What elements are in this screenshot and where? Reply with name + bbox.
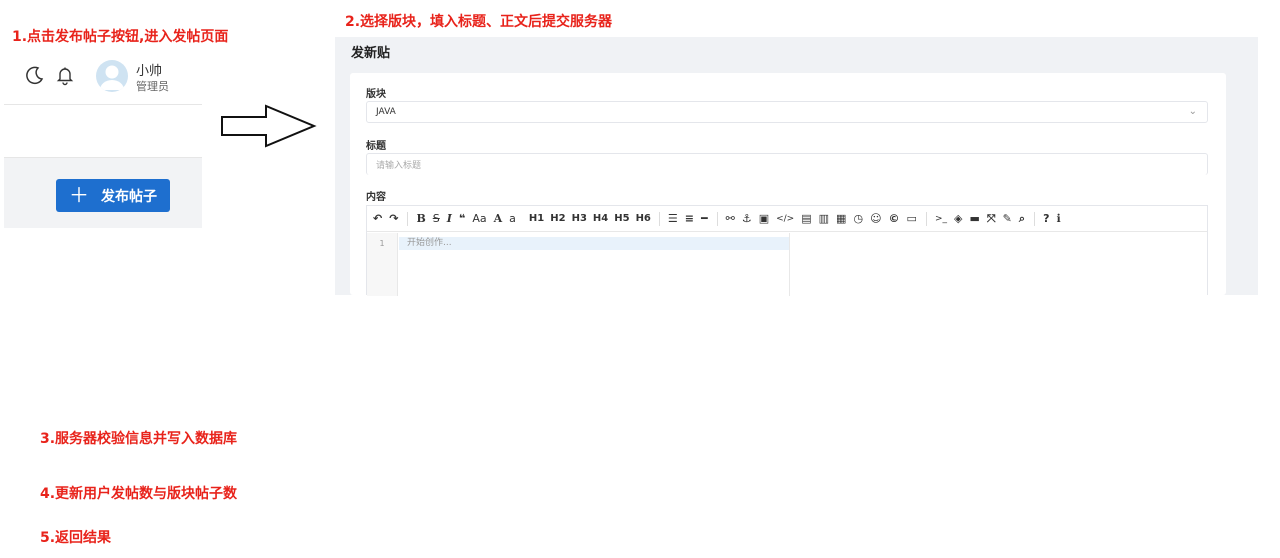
avatar[interactable] (96, 60, 128, 92)
bell-icon[interactable] (54, 64, 76, 86)
heading-5-button[interactable]: H5 (614, 213, 629, 224)
code-block-icon[interactable]: ▤ (801, 212, 811, 225)
flow-arrow-icon (221, 104, 317, 148)
horizontal-rule-icon[interactable]: ━ (701, 212, 708, 225)
post-form: 版块 JAVA ⌄ 标题 请输入标题 内容 ↶ ↷ B S I ❝ Aa A a (350, 73, 1226, 296)
heading-2-button[interactable]: H2 (550, 213, 565, 224)
section-select[interactable]: JAVA ⌄ (366, 101, 1208, 123)
chevron-down-icon: ⌄ (1188, 106, 1197, 117)
new-post-button-label: 发布帖子 (101, 187, 157, 204)
toolbar-divider (1034, 211, 1036, 226)
preview-icon[interactable]: ▬ (969, 212, 979, 225)
bold-icon[interactable]: B (416, 212, 425, 225)
title-placeholder: 请输入标题 (376, 161, 422, 171)
heading-1-button[interactable]: H1 (529, 213, 544, 224)
content-placeholder: 开始创作... (407, 238, 452, 248)
quote-icon[interactable]: ❝ (459, 212, 465, 225)
title-input[interactable]: 请输入标题 (366, 153, 1208, 175)
editor-toolbar: ↶ ↷ B S I ❝ Aa A a H1 H2 H3 H4 H5 H6 ☰ ≡ (367, 206, 1207, 232)
fullscreen-icon[interactable]: ⤧ (987, 212, 996, 226)
step-5-annotation: 5.返回结果 (40, 530, 112, 546)
page-title: 发新贴 (351, 46, 391, 61)
ordered-list-icon[interactable]: ≡ (685, 212, 694, 225)
image-icon[interactable]: ▣ (759, 212, 769, 225)
step-3-annotation: 3.服务器校验信息并写入数据库 (40, 431, 238, 447)
step-4-annotation: 4.更新用户发帖数与版块帖子数 (40, 486, 238, 502)
content-label: 内容 (366, 192, 386, 203)
moon-icon[interactable] (24, 64, 46, 86)
info-icon[interactable]: ℹ (1056, 212, 1060, 225)
undo-icon[interactable]: ↶ (373, 212, 382, 225)
anchor-icon[interactable]: ⚓ (742, 212, 752, 225)
heading-4-button[interactable]: H4 (593, 213, 608, 224)
step-2-annotation: 2.选择版块，填入标题、正文后提交服务器 (345, 14, 613, 30)
datetime-icon[interactable]: ◷ (853, 212, 863, 225)
section-select-value: JAVA (376, 107, 396, 117)
new-post-button[interactable]: ＋ 发布帖子 (56, 179, 170, 212)
font-case-lower-icon[interactable]: a (509, 212, 516, 225)
heading-6-button[interactable]: H6 (636, 213, 651, 224)
toolbar-divider (925, 211, 927, 226)
user-header: 小帅 管理员 (4, 48, 202, 105)
section-label: 版块 (366, 89, 386, 100)
search-icon[interactable]: ⌕ (1019, 212, 1025, 226)
preformatted-icon[interactable]: ▥ (819, 212, 829, 225)
uppercase-icon[interactable]: Aa (472, 212, 486, 225)
post-button-panel: ＋ 发布帖子 (4, 157, 202, 228)
link-icon[interactable]: ⚯ (726, 212, 735, 225)
goto-line-icon[interactable]: >_ (935, 214, 947, 224)
clear-icon[interactable]: ✎ (1003, 212, 1012, 225)
preview-divider (789, 233, 790, 296)
toolbar-divider (658, 211, 660, 226)
code-icon[interactable]: </> (776, 214, 794, 224)
step-1-annotation: 1.点击发布帖子按钮,进入发帖页面 (12, 29, 229, 45)
user-avatar-icon (100, 65, 124, 90)
plus-icon: ＋ (69, 184, 89, 207)
font-case-upper-icon[interactable]: A (494, 212, 503, 225)
heading-3-button[interactable]: H3 (572, 213, 587, 224)
title-label: 标题 (366, 141, 386, 152)
emoji-icon[interactable]: ☺ (870, 212, 881, 225)
line-number-gutter: 1 (367, 233, 398, 296)
table-icon[interactable]: ▦ (836, 212, 846, 225)
markdown-editor[interactable]: ↶ ↷ B S I ❝ Aa A a H1 H2 H3 H4 H5 H6 ☰ ≡ (366, 205, 1208, 296)
italic-icon[interactable]: I (447, 212, 452, 225)
line-number: 1 (379, 239, 385, 248)
content-input[interactable]: 开始创作... (399, 237, 789, 250)
watch-icon[interactable]: ◈ (954, 212, 962, 225)
new-post-page: 发新贴 版块 JAVA ⌄ 标题 请输入标题 内容 ↶ ↷ B S I ❝ Aa… (335, 37, 1258, 296)
html-entities-icon[interactable]: © (889, 212, 900, 225)
unordered-list-icon[interactable]: ☰ (668, 212, 678, 225)
help-icon[interactable]: ? (1043, 212, 1049, 225)
redo-icon[interactable]: ↷ (389, 212, 398, 225)
user-name: 小帅 (136, 64, 163, 79)
toolbar-divider (407, 211, 409, 226)
pagebreak-icon[interactable]: ▭ (907, 212, 917, 225)
toolbar-divider (716, 211, 718, 226)
strikethrough-icon[interactable]: S (433, 212, 440, 225)
user-role: 管理员 (136, 80, 169, 93)
